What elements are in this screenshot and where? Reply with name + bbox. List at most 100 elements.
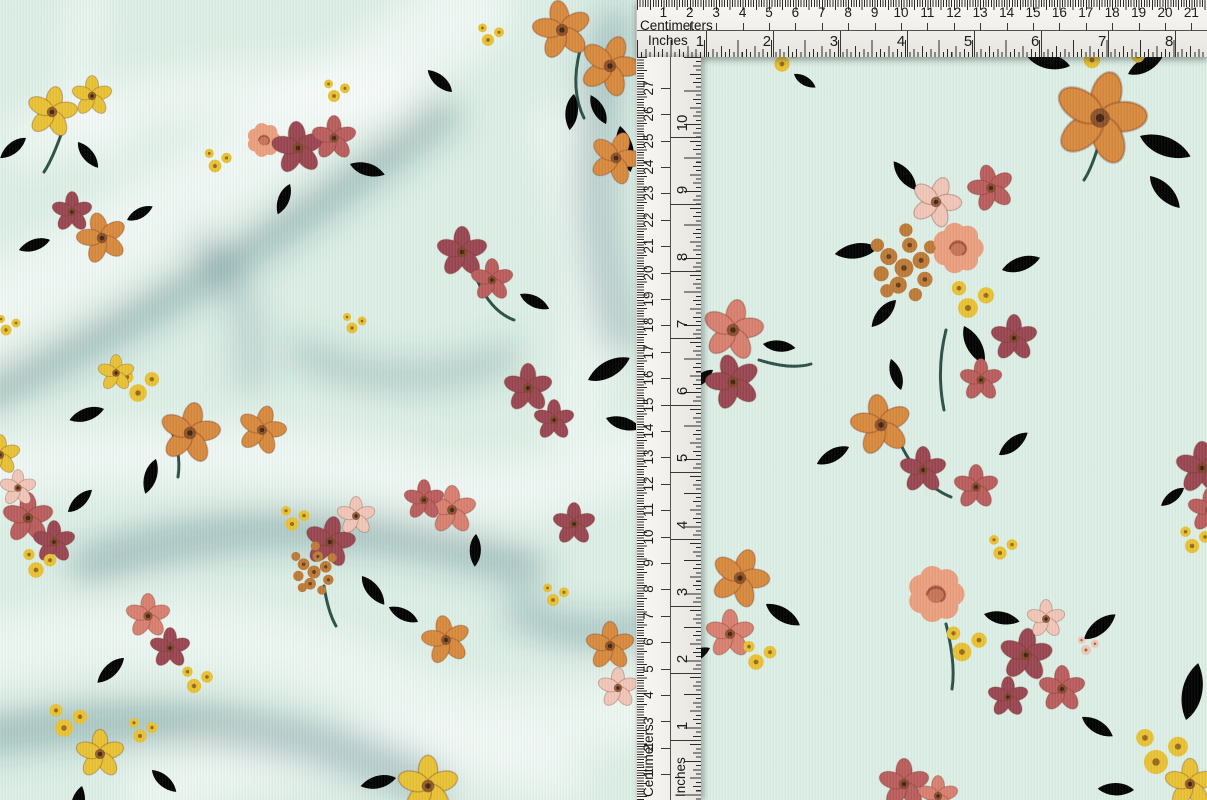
ruler-v-cm-number: 16 bbox=[639, 368, 659, 388]
ruler-v-inch-number: 3 bbox=[673, 582, 693, 602]
ruler-v-cm-number: 11 bbox=[639, 500, 659, 520]
ruler-h-inch-tick bbox=[1041, 31, 1042, 57]
ruler-v-cm-number: 8 bbox=[639, 579, 659, 599]
fabric-listing-image: Centimeters Inches 123456789101112131415… bbox=[0, 0, 1207, 800]
ruler-h-cm-number: 14 bbox=[995, 5, 1019, 20]
ruler-v-cm-number: 26 bbox=[639, 104, 659, 124]
ruler-h-cm-tick bbox=[875, 23, 876, 31]
ruler-v-cm-number: 23 bbox=[639, 183, 659, 203]
ruler-h-cm-tick bbox=[954, 23, 955, 31]
ruler-h-inch-tick bbox=[1175, 31, 1176, 57]
ruler-v-cm-tick bbox=[661, 352, 670, 353]
ruler-h-divider bbox=[637, 30, 1207, 31]
ruler-v-inch-tick bbox=[670, 137, 701, 138]
ruler-v-cm-tick bbox=[661, 325, 670, 326]
ruler-h-cm-number: 11 bbox=[915, 5, 939, 20]
ruler-v-half-ticks bbox=[684, 57, 701, 800]
ruler-h-cm-number: 4 bbox=[731, 5, 755, 20]
ruler-h-cm-number: 20 bbox=[1153, 5, 1177, 20]
ruler-v-cm-tick bbox=[661, 721, 670, 722]
ruler-h-cm-tick bbox=[848, 23, 849, 31]
ruler-v-inch-number: 2 bbox=[673, 649, 693, 669]
ruler-h-cm-tick bbox=[1086, 23, 1087, 31]
ruler-v-inch-number: 7 bbox=[673, 314, 693, 334]
ruler-v-cm-number: 18 bbox=[639, 315, 659, 335]
ruler-h-cm-tick bbox=[663, 23, 664, 31]
ruler-v-cm-tick bbox=[661, 378, 670, 379]
ruler-v-eighth-ticks bbox=[693, 57, 701, 800]
ruler-v-sixteenth-ticks bbox=[696, 57, 701, 800]
ruler-h-cm-number: 19 bbox=[1127, 5, 1151, 20]
ruler-v-cm-tick bbox=[661, 669, 670, 670]
ruler-h-cm-number: 15 bbox=[1021, 5, 1045, 20]
ruler-h-inch-tick bbox=[907, 31, 908, 57]
ruler-v-inch-tick bbox=[670, 338, 701, 339]
ruler-v-cm-tick bbox=[661, 88, 670, 89]
ruler-v-cm-number: 27 bbox=[639, 78, 659, 98]
ruler-v-cm-tick bbox=[661, 510, 670, 511]
ruler-v-cm-tick bbox=[661, 457, 670, 458]
ruler-h-inches-label: Inches bbox=[648, 33, 688, 48]
ruler-h-cm-number: 9 bbox=[863, 5, 887, 20]
ruler-h-inch-number: 1 bbox=[684, 33, 704, 50]
ruler-v-cm-number: 20 bbox=[639, 263, 659, 283]
ruler-h-cm-number: 3 bbox=[704, 5, 728, 20]
ruler-h-cm-tick bbox=[690, 23, 691, 31]
ruler-v-cm-number: 17 bbox=[639, 342, 659, 362]
ruler-h-cm-tick bbox=[927, 23, 928, 31]
ruler-h-cm-number: 13 bbox=[968, 5, 992, 20]
ruler-h-cm-tick bbox=[1059, 23, 1060, 31]
ruler-v-cm-tick bbox=[661, 299, 670, 300]
ruler-h-inch-tick bbox=[1108, 31, 1109, 57]
ruler-v-cm-number: 12 bbox=[639, 474, 659, 494]
ruler-v-cm-tick bbox=[661, 748, 670, 749]
ruler-v-inch-tick bbox=[670, 405, 701, 406]
ruler-h-centimeters-label: Centimeters bbox=[640, 18, 713, 33]
ruler-h-cm-number: 8 bbox=[836, 5, 860, 20]
ruler-h-inch-number: 4 bbox=[885, 33, 905, 50]
ruler-v-cm-number: 6 bbox=[639, 632, 659, 652]
ruler-h-inch-tick bbox=[974, 31, 975, 57]
ruler-v-cm-number: 21 bbox=[639, 236, 659, 256]
ruler-v-cm-number: 2 bbox=[639, 738, 659, 758]
ruler-h-cm-number: 16 bbox=[1047, 5, 1071, 20]
ruler-v-inch-number: 5 bbox=[673, 448, 693, 468]
ruler-v-cm-tick bbox=[661, 431, 670, 432]
ruler-h-cm-tick bbox=[1033, 23, 1034, 31]
ruler-v-inches-label: Inches bbox=[673, 757, 688, 797]
ruler-v-inch-number: 4 bbox=[673, 515, 693, 535]
fabric-photo-flat bbox=[636, 0, 1207, 800]
ruler-h-inch-number: 3 bbox=[818, 33, 838, 50]
ruler-h-eighth-ticks bbox=[637, 49, 1207, 57]
ruler-h-quarter-ticks bbox=[637, 46, 1207, 57]
ruler-v-cm-number: 22 bbox=[639, 210, 659, 230]
ruler-v-cm-tick bbox=[661, 616, 670, 617]
ruler-v-cm-tick bbox=[661, 246, 670, 247]
ruler-v-cm-tick bbox=[661, 642, 670, 643]
ruler-h-inch-tick bbox=[773, 31, 774, 57]
ruler-h-cm-tick bbox=[1139, 23, 1140, 31]
ruler-v-cm-tick bbox=[661, 589, 670, 590]
ruler-v-cm-tick bbox=[661, 405, 670, 406]
ruler-h-inch-number: 7 bbox=[1086, 33, 1106, 50]
ruler-v-cm-tick bbox=[661, 114, 670, 115]
ruler-h-cm-tick bbox=[716, 23, 717, 31]
ruler-vertical: Centimeters Inches 123456789101112131415… bbox=[636, 57, 701, 800]
ruler-h-cm-number: 5 bbox=[757, 5, 781, 20]
ruler-v-cm-number: 19 bbox=[639, 289, 659, 309]
ruler-v-cm-tick bbox=[661, 774, 670, 775]
ruler-v-cm-tick bbox=[661, 537, 670, 538]
ruler-v-inch-tick bbox=[670, 740, 701, 741]
fabric-photo-draped bbox=[0, 0, 636, 800]
ruler-h-cm-number: 1 bbox=[651, 5, 675, 20]
ruler-v-cm-tick bbox=[661, 193, 670, 194]
ruler-v-cm-number: 15 bbox=[639, 395, 659, 415]
ruler-v-cm-number: 3 bbox=[639, 711, 659, 731]
ruler-h-cm-tick bbox=[795, 23, 796, 31]
ruler-h-cm-number: 10 bbox=[889, 5, 913, 20]
ruler-h-cm-tick bbox=[1191, 23, 1192, 31]
ruler-v-cm-number: 25 bbox=[639, 131, 659, 151]
ruler-v-inch-tick bbox=[670, 606, 701, 607]
ruler-v-cm-number: 10 bbox=[639, 527, 659, 547]
ruler-h-cm-number: 2 bbox=[678, 5, 702, 20]
